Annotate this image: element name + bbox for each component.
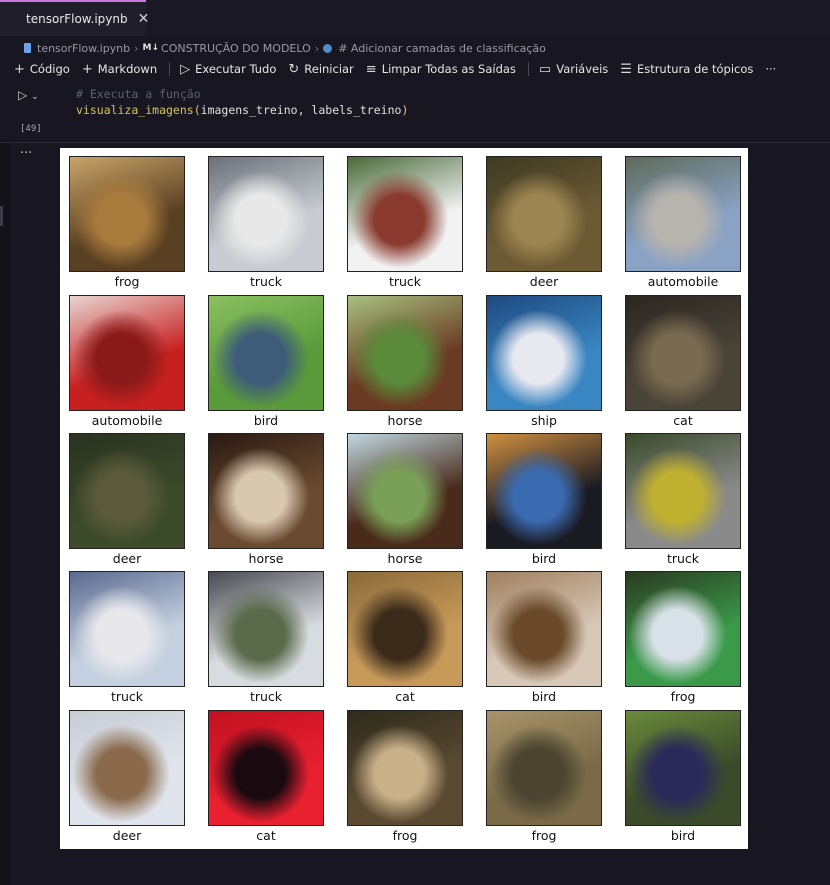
- function-args: imagens_treino, labels_treino: [200, 103, 402, 117]
- image-label: bird: [670, 828, 696, 843]
- image-label: truck: [666, 551, 700, 566]
- image-label: deer: [112, 551, 142, 566]
- restart-icon: ↻: [288, 61, 300, 77]
- more-actions-button[interactable]: ···: [765, 62, 776, 76]
- add-markdown-cell-button[interactable]: + Markdown: [82, 62, 157, 77]
- image-label: truck: [249, 689, 283, 704]
- clear-all-outputs-button[interactable]: ≡ Limpar Todas as Saídas: [366, 62, 516, 77]
- image-label: bird: [253, 413, 279, 428]
- restart-button[interactable]: ↻ Reiniciar: [288, 62, 353, 77]
- image-label: truck: [110, 689, 144, 704]
- image-label: frog: [114, 274, 140, 289]
- cifar-image-horse: [347, 295, 463, 411]
- outline-button[interactable]: ☰ Estrutura de tópicos: [620, 62, 753, 77]
- notebook-file-icon: [24, 43, 31, 53]
- chevron-right-icon: ›: [134, 41, 139, 55]
- image-label: bird: [531, 689, 557, 704]
- plus-icon: +: [14, 61, 25, 77]
- image-label: bird: [531, 551, 557, 566]
- cifar-image-horse: [208, 433, 324, 549]
- image-label: frog: [531, 828, 557, 843]
- run-icon: ▷: [18, 88, 28, 102]
- image-label: truck: [388, 274, 422, 289]
- cifar-image-deer: [69, 433, 185, 549]
- image-label: frog: [670, 689, 696, 704]
- breadcrumb-section[interactable]: CONSTRUÇÃO DO MODELO: [161, 42, 311, 55]
- cifar-image-deer: [69, 710, 185, 826]
- image-label: automobile: [647, 274, 719, 289]
- open-paren: (: [193, 103, 201, 117]
- image-label: horse: [387, 551, 423, 566]
- cell-divider: [0, 142, 830, 143]
- cifar-image-bird: [625, 710, 741, 826]
- image-label: cat: [673, 413, 693, 428]
- cifar-image-automobile: [69, 295, 185, 411]
- clear-outputs-icon: ≡: [365, 61, 377, 77]
- cifar-image-truck: [69, 571, 185, 687]
- gutter-marker: [0, 206, 3, 226]
- cifar-image-bird: [486, 433, 602, 549]
- run-all-button[interactable]: ▷ Executar Tudo: [180, 62, 276, 77]
- chevron-down-icon: ⌄: [31, 92, 39, 102]
- python-icon: [323, 43, 333, 53]
- image-grid-output: frog truck truck deer automobile automobile bi…: [60, 148, 748, 849]
- execution-count: [49]: [20, 124, 42, 134]
- left-gutter: [0, 140, 10, 885]
- cifar-image-frog: [625, 571, 741, 687]
- cifar-image-cat: [208, 710, 324, 826]
- cifar-image-horse: [347, 433, 463, 549]
- image-label: horse: [248, 551, 284, 566]
- cifar-image-cat: [347, 571, 463, 687]
- cifar-image-truck: [208, 156, 324, 272]
- image-label: truck: [249, 274, 283, 289]
- cifar-image-truck: [347, 156, 463, 272]
- chevron-right-icon: ›: [314, 41, 320, 55]
- tab-title: tensorFlow.ipynb: [26, 12, 128, 26]
- variables-icon: ▭: [538, 61, 552, 77]
- plus-icon: +: [81, 61, 93, 77]
- cifar-image-deer: [486, 156, 602, 272]
- cifar-image-ship: [486, 295, 602, 411]
- image-label: deer: [529, 274, 559, 289]
- image-label: automobile: [91, 413, 163, 428]
- cifar-image-automobile: [625, 156, 741, 272]
- cifar-image-frog: [69, 156, 185, 272]
- image-label: cat: [256, 828, 276, 843]
- cifar-image-truck: [208, 571, 324, 687]
- breadcrumb: tensorFlow.ipynb › M↓ CONSTRUÇÃO DO MODE…: [0, 38, 830, 58]
- image-label: horse: [387, 413, 423, 428]
- cifar-image-truck: [625, 433, 741, 549]
- add-code-cell-button[interactable]: + Código: [14, 62, 70, 77]
- cifar-image-frog: [347, 710, 463, 826]
- code-editor[interactable]: # Executa a função visualiza_imagens(ima…: [76, 86, 408, 118]
- toolbar-divider: [527, 62, 529, 76]
- image-label: ship: [531, 413, 557, 428]
- run-all-icon: ▷: [180, 61, 191, 77]
- cifar-image-bird: [486, 571, 602, 687]
- cifar-image-bird: [208, 295, 324, 411]
- cifar-image-cat: [625, 295, 741, 411]
- breadcrumb-file[interactable]: tensorFlow.ipynb: [37, 42, 130, 55]
- output-actions-button[interactable]: ···: [20, 146, 32, 161]
- breadcrumb-cell[interactable]: # Adicionar camadas de classificação: [338, 42, 546, 55]
- run-cell-button[interactable]: ▷ ⌄: [18, 88, 39, 102]
- tab-bar: tensorFlow.ipynb ✕: [0, 0, 830, 36]
- cifar-image-frog: [486, 710, 602, 826]
- image-label: deer: [112, 828, 142, 843]
- function-name: visualiza_imagens: [76, 103, 194, 117]
- close-icon[interactable]: ✕: [138, 11, 150, 27]
- tab-tensorflow-notebook[interactable]: tensorFlow.ipynb ✕: [0, 0, 149, 36]
- outline-icon: ☰: [620, 61, 632, 77]
- markdown-icon: M↓: [142, 43, 160, 53]
- close-paren: ): [401, 103, 409, 117]
- image-label: cat: [395, 689, 415, 704]
- code-line: visualiza_imagens(imagens_treino, labels…: [76, 102, 408, 118]
- code-comment: # Executa a função: [76, 87, 201, 101]
- notebook-toolbar: + Código + Markdown ▷ Executar Tudo ↻ Reinic…: [0, 58, 830, 80]
- image-label: frog: [392, 828, 418, 843]
- variables-button[interactable]: ▭ Variáveis: [539, 62, 608, 77]
- toolbar-divider: [169, 62, 171, 76]
